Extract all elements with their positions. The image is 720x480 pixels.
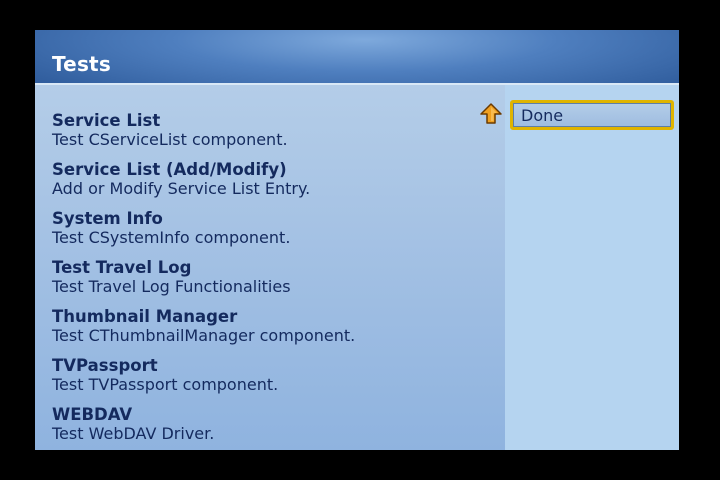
list-item-description: Add or Modify Service List Entry. [52,179,311,198]
action-panel [505,85,679,450]
list-item-description: Test TVPassport component. [52,375,279,394]
list-item-webdav[interactable]: WEBDAV Test WebDAV Driver. [52,405,492,450]
title-bar: Tests [35,30,679,85]
list-item-title: System Info [52,209,163,228]
list-item-title: WEBDAV [52,405,133,424]
list-item-description: Test CThumbnailManager component. [52,326,356,345]
list-item-title: Test Travel Log [52,258,192,277]
list-item-tvpassport[interactable]: TVPassport Test TVPassport component. [52,356,492,402]
list-item-title: Service List (Add/Modify) [52,160,287,179]
list-item-test-travel-log[interactable]: Test Travel Log Test Travel Log Function… [52,258,492,304]
list-item-service-list-add-modify[interactable]: Service List (Add/Modify) Add or Modify … [52,160,492,206]
up-arrow-icon[interactable] [480,103,502,125]
list-item-description: Test CServiceList component. [52,130,288,149]
list-item-description: Test CSystemInfo component. [52,228,291,247]
list-item-title: TVPassport [52,356,158,375]
done-button[interactable]: Done [510,100,674,130]
test-list: Service List Test CServiceList component… [35,85,505,450]
list-item-system-info[interactable]: System Info Test CSystemInfo component. [52,209,492,255]
list-item-description: Test Travel Log Functionalities [52,277,291,296]
done-button-label: Done [521,106,564,125]
page-title: Tests [52,52,111,76]
list-item-title: Service List [52,111,161,130]
tv-screen: Tests Service List Test CServiceList com… [35,30,679,450]
list-item-description: Test WebDAV Driver. [52,424,215,443]
list-item-title: Thumbnail Manager [52,307,238,326]
list-item-thumbnail-manager[interactable]: Thumbnail Manager Test CThumbnailManager… [52,307,492,353]
list-item-service-list[interactable]: Service List Test CServiceList component… [52,111,492,157]
